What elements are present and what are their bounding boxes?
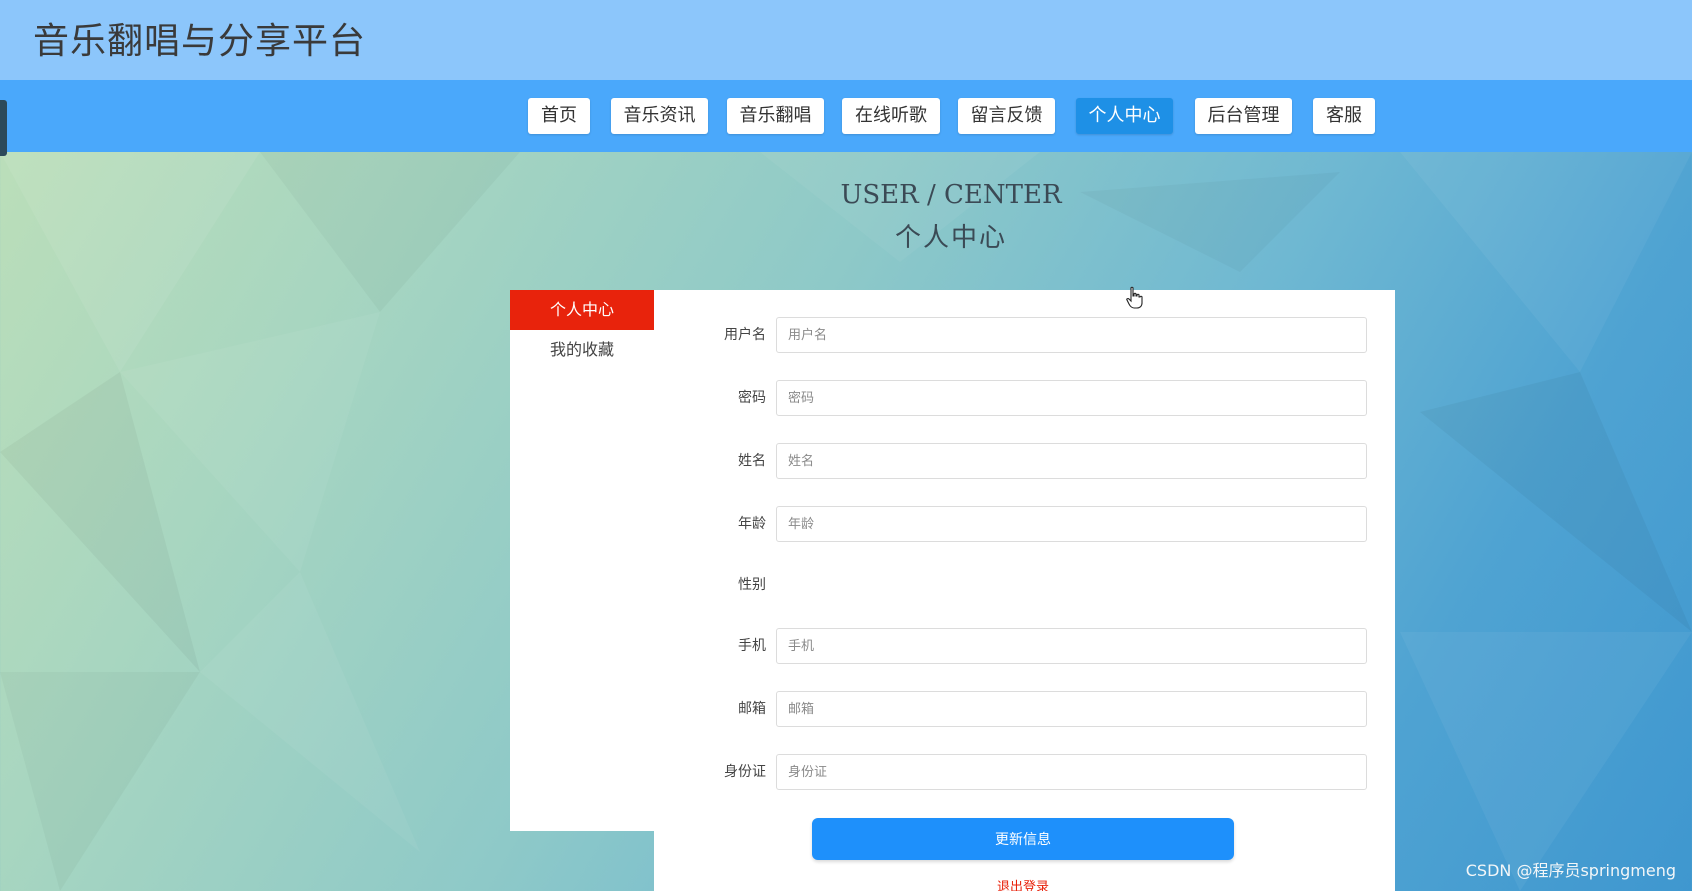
- nav-item-music-news[interactable]: 音乐资讯: [611, 98, 708, 134]
- side-menu: 个人中心 我的收藏: [510, 290, 654, 831]
- form-row-email: 邮箱: [654, 691, 1395, 727]
- nav-item-home[interactable]: 首页: [528, 98, 590, 134]
- side-menu-item-favorites[interactable]: 我的收藏: [510, 330, 654, 370]
- top-header: 音乐翻唱与分享平台: [0, 0, 1692, 80]
- name-input[interactable]: [776, 443, 1367, 479]
- form-row-id-card: 身份证: [654, 754, 1395, 790]
- age-input[interactable]: [776, 506, 1367, 542]
- watermark: CSDN @程序员springmeng: [1465, 861, 1676, 880]
- nav-item-online-listen[interactable]: 在线听歌: [842, 98, 940, 134]
- form-row-age: 年龄: [654, 506, 1395, 542]
- side-drag-handle[interactable]: [0, 100, 7, 156]
- gender-label: 性别: [738, 577, 766, 593]
- nav-item-user-center[interactable]: 个人中心: [1076, 98, 1173, 134]
- id-card-label: 身份证: [724, 764, 766, 780]
- update-info-button[interactable]: 更新信息: [812, 818, 1234, 860]
- phone-input[interactable]: [776, 628, 1367, 664]
- logout-link[interactable]: 退出登录: [812, 876, 1234, 891]
- form-row-name: 姓名: [654, 443, 1395, 479]
- nav-item-customer-service[interactable]: 客服: [1313, 98, 1375, 134]
- user-info-form: 用户名 密码 姓名 年龄 性别 手机 邮箱 身份证 更新信息 退出登录: [654, 290, 1395, 891]
- age-label: 年龄: [738, 516, 766, 532]
- page-heading-zh: 个人中心: [894, 223, 1007, 253]
- name-label: 姓名: [738, 453, 766, 469]
- form-row-username: 用户名: [654, 317, 1395, 353]
- username-label: 用户名: [724, 327, 766, 343]
- password-input[interactable]: [776, 380, 1367, 416]
- page-heading-en: USER / CENTER: [840, 180, 1062, 210]
- nav-item-music-cover[interactable]: 音乐翻唱: [727, 98, 824, 134]
- hand-pointer-icon: [1126, 286, 1143, 309]
- phone-label: 手机: [738, 638, 766, 654]
- email-label: 邮箱: [738, 701, 766, 717]
- form-row-password: 密码: [654, 380, 1395, 416]
- id-card-input[interactable]: [776, 754, 1367, 790]
- site-title: 音乐翻唱与分享平台: [33, 21, 367, 62]
- password-label: 密码: [738, 390, 766, 406]
- username-input[interactable]: [776, 317, 1367, 353]
- nav-item-feedback[interactable]: 留言反馈: [958, 98, 1055, 134]
- form-row-gender: 性别: [654, 567, 1395, 603]
- email-input[interactable]: [776, 691, 1367, 727]
- side-menu-item-user-center[interactable]: 个人中心: [510, 290, 654, 330]
- form-row-phone: 手机: [654, 628, 1395, 664]
- nav-item-admin[interactable]: 后台管理: [1195, 98, 1292, 134]
